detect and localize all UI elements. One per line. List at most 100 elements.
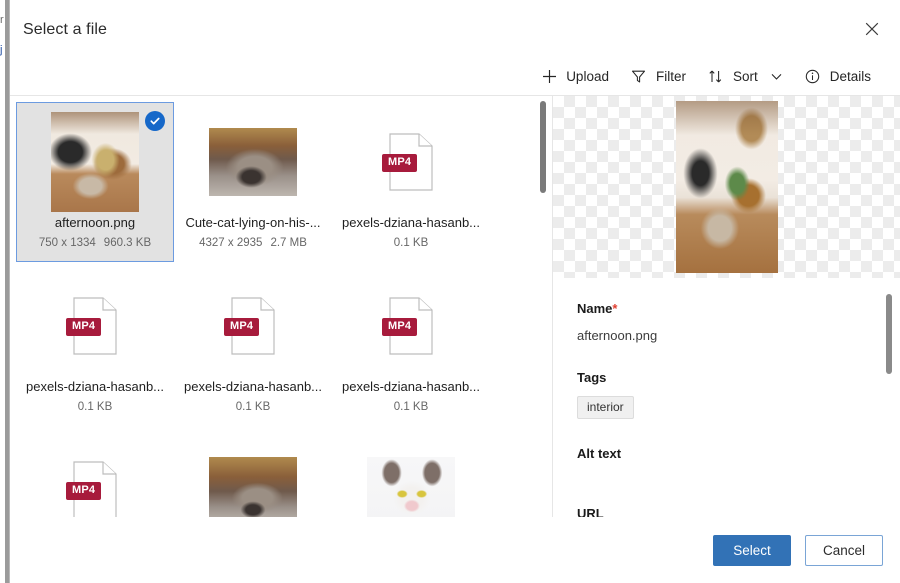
file-name: pexels-dziana-hasanb... (333, 379, 489, 395)
file-dimensions: 4327 x 2935 (199, 237, 262, 249)
filter-button[interactable]: Filter (620, 61, 697, 93)
plus-icon (541, 69, 557, 85)
close-button[interactable] (855, 12, 889, 46)
mp4-badge-label: MP4 (382, 154, 417, 172)
file-meta: 0.1 KB (394, 400, 429, 414)
file-meta: 0.1 KB (78, 400, 113, 414)
file-meta: 0.1 KB (236, 400, 271, 414)
details-panel-scrollbar-thumb[interactable] (886, 294, 892, 374)
tags-label: Tags (577, 369, 876, 387)
file-size: 0.1 KB (394, 401, 429, 413)
file-card[interactable]: MP4 pexels-dziana-hasanb... 0.1 KB (16, 266, 174, 426)
file-name: pexels-dziana-hasanb... (175, 379, 331, 395)
background-text-fragment-2: j (0, 44, 2, 56)
file-thumbnail (175, 103, 331, 215)
details-fields: Name* afternoon.png Tags interior Alt te… (553, 278, 900, 517)
image-thumbnail-cat (209, 128, 297, 196)
sort-label: Sort (733, 69, 758, 84)
file-card[interactable]: Cute-cat-lying-on-his-... 4327 x 2935 2.7… (174, 102, 332, 262)
file-thumbnail: MP4 (333, 267, 489, 379)
file-card[interactable] (174, 430, 332, 517)
file-meta: 4327 x 2935 2.7 MB (199, 236, 307, 250)
file-thumbnail: MP4 (175, 267, 331, 379)
file-meta: 750 x 1334 960.3 KB (39, 236, 151, 250)
file-card[interactable]: MP4 pexels-dziana-hasanb... 0.1 KB (332, 102, 490, 262)
details-panel-scrollbar[interactable] (884, 284, 894, 517)
mp4-file-icon: MP4 (230, 297, 276, 355)
chevron-down-icon (770, 70, 783, 83)
file-grid-scrollbar[interactable] (538, 99, 548, 517)
mp4-badge-label: MP4 (66, 318, 101, 336)
file-dimensions: 750 x 1334 (39, 237, 96, 249)
file-name: pexels-dziana-hasanb... (17, 379, 173, 395)
file-grid-scrollbar-thumb[interactable] (540, 101, 546, 193)
alt-text-field: Alt text (577, 445, 876, 463)
mp4-file-icon: MP4 (72, 461, 118, 517)
file-size: 0.1 KB (394, 237, 429, 249)
file-card[interactable]: afternoon.png 750 x 1334 960.3 KB (16, 102, 174, 262)
file-grid: afternoon.png 750 x 1334 960.3 KB Cute-ca… (10, 96, 552, 517)
file-size: 960.3 KB (104, 237, 151, 249)
file-name: afternoon.png (17, 215, 173, 231)
image-thumbnail-cat (209, 457, 297, 517)
file-thumbnail: MP4 (333, 103, 489, 215)
file-name: pexels-dziana-hasanb... (333, 215, 489, 231)
check-circle-icon (145, 111, 165, 131)
file-card[interactable]: MP4 (16, 430, 174, 517)
alt-text-label: Alt text (577, 445, 876, 463)
dialog-header: Select a file (10, 0, 900, 58)
file-meta: 0.1 KB (394, 236, 429, 250)
sort-arrows-icon (708, 69, 724, 85)
background-page: r j (0, 0, 10, 583)
name-label-text: Name (577, 301, 612, 316)
file-size: 2.7 MB (270, 237, 306, 249)
close-icon (865, 22, 879, 36)
url-field: URL (577, 505, 876, 517)
file-preview-area (553, 96, 900, 278)
details-label: Details (830, 69, 871, 84)
file-size: 0.1 KB (78, 401, 113, 413)
funnel-icon (631, 69, 647, 85)
mp4-badge-label: MP4 (224, 318, 259, 336)
name-value[interactable]: afternoon.png (577, 327, 876, 345)
sort-button[interactable]: Sort (697, 61, 794, 93)
upload-label: Upload (566, 69, 609, 84)
file-card[interactable]: MP4 pexels-dziana-hasanb... 0.1 KB (174, 266, 332, 426)
file-grid-panel: afternoon.png 750 x 1334 960.3 KB Cute-ca… (10, 96, 553, 517)
mp4-file-icon: MP4 (388, 133, 434, 191)
mp4-badge-label: MP4 (66, 482, 101, 500)
required-marker: * (612, 301, 617, 316)
file-thumbnail: MP4 (17, 267, 173, 379)
tags-field: Tags interior (577, 369, 876, 419)
command-toolbar: Upload Filter Sort (10, 58, 900, 96)
name-field: Name* afternoon.png (577, 300, 876, 345)
details-panel: Name* afternoon.png Tags interior Alt te… (553, 96, 900, 517)
file-thumbnail (175, 431, 331, 517)
select-a-file-dialog: Select a file Upload Filter (10, 0, 900, 583)
file-thumbnail (333, 431, 489, 517)
select-button[interactable]: Select (713, 535, 791, 566)
file-card[interactable]: MP4 pexels-dziana-hasanb... 0.1 KB (332, 266, 490, 426)
file-name: Cute-cat-lying-on-his-... (175, 215, 331, 231)
background-text-fragment-1: r (0, 14, 4, 26)
preview-image (676, 101, 778, 273)
mp4-file-icon: MP4 (388, 297, 434, 355)
cancel-button[interactable]: Cancel (805, 535, 883, 566)
file-card[interactable] (332, 430, 490, 517)
file-thumbnail: MP4 (17, 431, 173, 517)
dialog-body: afternoon.png 750 x 1334 960.3 KB Cute-ca… (10, 96, 900, 517)
file-size: 0.1 KB (236, 401, 271, 413)
image-thumbnail-cat (367, 457, 455, 517)
info-circle-icon (805, 69, 821, 85)
filter-label: Filter (656, 69, 686, 84)
details-button[interactable]: Details (794, 61, 882, 93)
mp4-file-icon: MP4 (72, 297, 118, 355)
url-label: URL (577, 505, 876, 517)
dialog-footer: Select Cancel (10, 517, 900, 583)
name-label: Name* (577, 300, 876, 318)
tag-chip[interactable]: interior (577, 396, 634, 419)
dialog-title: Select a file (23, 21, 107, 39)
mp4-badge-label: MP4 (382, 318, 417, 336)
upload-button[interactable]: Upload (530, 61, 620, 93)
image-thumbnail-afternoon (51, 112, 139, 212)
